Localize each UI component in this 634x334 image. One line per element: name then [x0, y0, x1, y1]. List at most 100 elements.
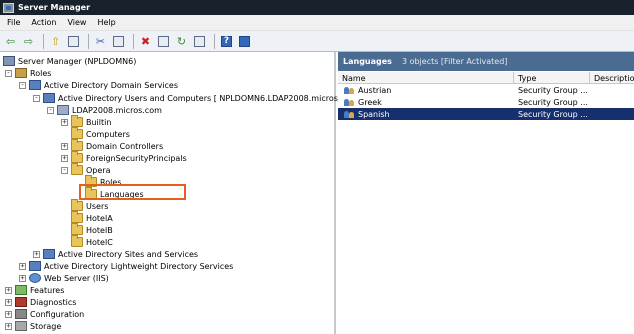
expander-placeholder	[61, 131, 68, 138]
tree-item-configuration[interactable]: + Configuration	[5, 308, 84, 320]
ad-lds-icon	[29, 261, 41, 271]
menu-action[interactable]: Action	[27, 18, 60, 27]
toolbar-separator	[214, 33, 215, 49]
table-row[interactable]: Austrian Security Group ...	[338, 84, 634, 96]
up-folder-icon[interactable]: ⇧	[48, 34, 63, 49]
expand-toggle[interactable]: +	[5, 286, 12, 294]
tree-item-domain[interactable]: - LDAP2008.micros.com	[47, 104, 162, 116]
ad-users-computers-icon	[43, 93, 55, 103]
back-icon[interactable]: ⇦	[3, 34, 18, 49]
details-title: Languages	[343, 57, 392, 66]
folder-icon	[71, 115, 83, 127]
title-bar: Server Manager	[0, 0, 634, 15]
tree-label: Configuration	[30, 309, 85, 319]
tree-item-roles[interactable]: - Roles	[5, 67, 51, 79]
column-header-name[interactable]: Name	[338, 72, 514, 84]
column-header-type[interactable]: Type	[514, 72, 590, 84]
folder-icon	[71, 211, 83, 223]
tree-item-builtin[interactable]: + Builtin	[61, 115, 112, 128]
paste-icon[interactable]	[111, 34, 126, 49]
security-group-icon	[344, 98, 355, 107]
tree-item-aduc[interactable]: - Active Directory Users and Computers […	[33, 92, 363, 104]
window-title: Server Manager	[18, 3, 91, 12]
tree-item-iis[interactable]: + Web Server (IIS)	[19, 272, 109, 284]
expand-toggle[interactable]: +	[33, 250, 40, 258]
toolbar-separator	[133, 33, 134, 49]
expand-toggle[interactable]: +	[5, 322, 12, 330]
expand-toggle[interactable]: +	[61, 154, 68, 162]
folder-icon	[71, 235, 83, 247]
server-manager-icon	[3, 2, 14, 13]
expand-toggle[interactable]: +	[5, 298, 12, 306]
tree-item-foreign-security-principals[interactable]: + ForeignSecurityPrincipals	[61, 151, 187, 164]
tree-label: HotelB	[86, 225, 113, 235]
folder-icon	[71, 199, 83, 211]
domain-icon	[57, 105, 69, 115]
column-header-description[interactable]: Description	[590, 72, 634, 84]
row-name-cell: Spanish	[340, 108, 514, 120]
tree-label: Diagnostics	[30, 297, 77, 307]
server-icon	[3, 56, 15, 66]
configuration-icon	[15, 309, 27, 319]
toolbar: ⇦ ⇨ ⇧ ✂ ✖ ↻ ?	[0, 31, 634, 52]
row-type: Security Group ...	[518, 97, 588, 107]
diagnostics-icon	[15, 297, 27, 307]
show-hide-icon[interactable]	[237, 34, 252, 49]
folder-icon	[71, 127, 83, 139]
properties-icon[interactable]	[156, 34, 171, 49]
expand-toggle[interactable]: +	[19, 274, 26, 282]
tree-label: Builtin	[86, 117, 112, 127]
tree-item-hotelc[interactable]: HotelC	[71, 235, 113, 248]
languages-highlight-box	[79, 184, 186, 200]
forward-icon[interactable]: ⇨	[21, 34, 36, 49]
tree-item-diagnostics[interactable]: + Diagnostics	[5, 296, 76, 308]
expand-toggle[interactable]: +	[19, 262, 26, 270]
cut-icon[interactable]: ✂	[93, 34, 108, 49]
refresh-icon[interactable]: ↻	[174, 34, 189, 49]
tree-label: Active Directory Domain Services	[44, 80, 179, 90]
menu-help[interactable]: Help	[93, 18, 119, 27]
expand-toggle[interactable]: +	[5, 310, 12, 318]
collapse-toggle[interactable]: -	[33, 94, 40, 102]
row-name: Spanish	[358, 109, 390, 119]
web-server-icon	[29, 273, 41, 283]
collapse-toggle[interactable]: -	[61, 166, 68, 174]
menu-file[interactable]: File	[3, 18, 24, 27]
tree-label: Active Directory Users and Computers [ N…	[58, 93, 364, 103]
delete-icon[interactable]: ✖	[138, 34, 153, 49]
export-icon[interactable]	[192, 34, 207, 49]
details-pane: Languages 3 objects [Filter Activated] N…	[338, 52, 634, 334]
expand-toggle[interactable]: +	[61, 142, 68, 150]
tree-item-features[interactable]: + Features	[5, 284, 64, 296]
tree-label: Active Directory Lightweight Directory S…	[44, 261, 234, 271]
menu-view[interactable]: View	[63, 18, 90, 27]
folder-icon	[71, 163, 83, 175]
ad-sites-icon	[43, 249, 55, 259]
tree-item-adds[interactable]: - Active Directory Domain Services	[19, 79, 178, 91]
tree-label: Server Manager (NPLDOMN6)	[18, 56, 137, 66]
tree-item-ad-lds[interactable]: + Active Directory Lightweight Directory…	[19, 260, 233, 272]
collapse-toggle[interactable]: -	[19, 81, 26, 89]
details-object-count: 3 objects [Filter Activated]	[401, 57, 508, 66]
tree-item-server-manager[interactable]: Server Manager (NPLDOMN6)	[3, 55, 136, 67]
help-icon[interactable]: ?	[219, 34, 234, 49]
table-row[interactable]: Greek Security Group ...	[338, 96, 634, 108]
tree-item-ad-sites[interactable]: + Active Directory Sites and Services	[33, 248, 198, 260]
details-icon[interactable]	[66, 34, 81, 49]
console-tree: Server Manager (NPLDOMN6) - Roles - Acti…	[0, 52, 363, 334]
collapse-toggle[interactable]: -	[5, 69, 12, 77]
security-group-icon	[344, 110, 355, 119]
expand-toggle[interactable]: +	[61, 118, 68, 126]
row-type: Security Group ...	[518, 85, 588, 95]
collapse-toggle[interactable]: -	[47, 106, 54, 114]
features-icon	[15, 285, 27, 295]
tree-label: LDAP2008.micros.com	[72, 105, 162, 115]
storage-icon	[15, 321, 27, 331]
folder-icon	[71, 151, 83, 163]
folder-icon	[71, 139, 83, 151]
tree-item-storage[interactable]: + Storage	[5, 320, 61, 332]
table-row-selected[interactable]: Spanish Security Group ...	[338, 108, 634, 120]
tree-label: Web Server (IIS)	[44, 273, 109, 283]
tree-label: Domain Controllers	[86, 141, 164, 151]
details-header: Languages 3 objects [Filter Activated]	[338, 52, 634, 71]
